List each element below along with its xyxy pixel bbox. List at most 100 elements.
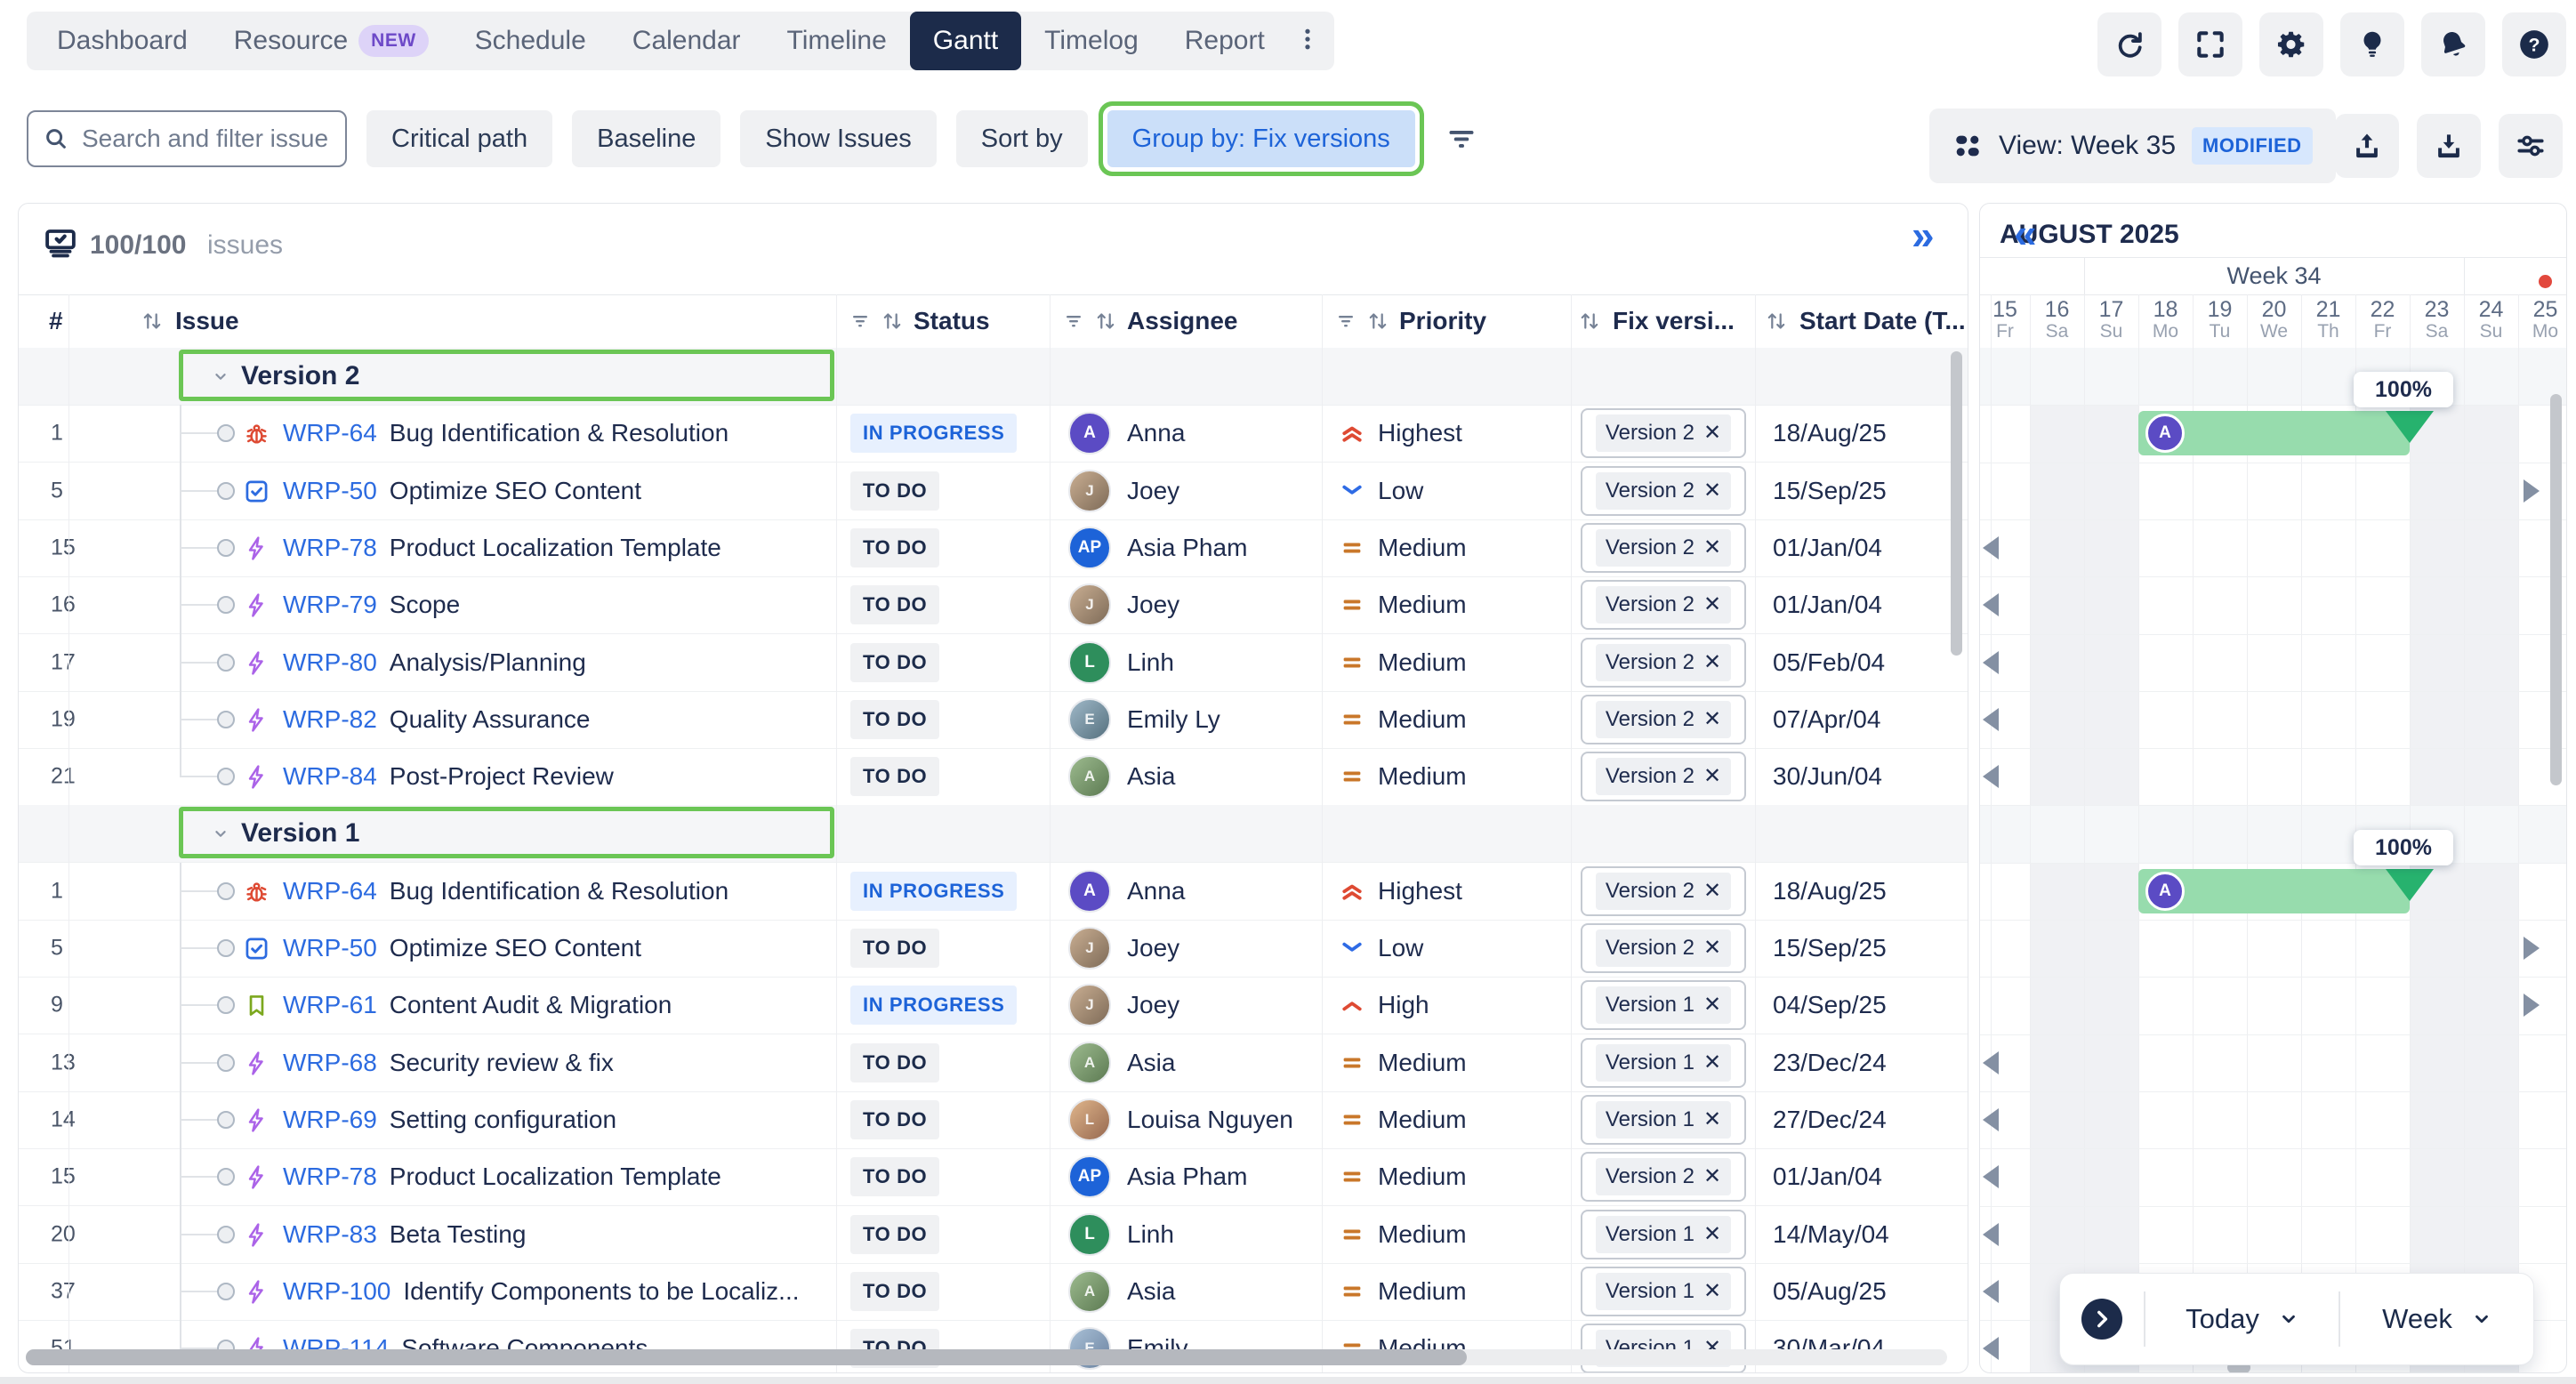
tab-gantt[interactable]: Gantt: [910, 12, 1021, 70]
table-row[interactable]: 14WRP-69Setting configurationTO DOLLouis…: [19, 1091, 1968, 1149]
row-handle[interactable]: [217, 1168, 235, 1186]
table-row[interactable]: 17WRP-80Analysis/PlanningTO DOLLinhMediu…: [19, 634, 1968, 692]
scroll-to-bar-left-arrow[interactable]: [1983, 1337, 1999, 1360]
scroll-to-bar-left-arrow[interactable]: [1983, 708, 1999, 731]
table-row[interactable]: 13WRP-68Security review & fixTO DOAAsiaM…: [19, 1034, 1968, 1092]
issue-key-link[interactable]: WRP-79: [283, 591, 377, 619]
column-header-start-date-t-[interactable]: Start Date (T...: [1799, 307, 1966, 335]
gantt-vertical-scrollbar[interactable]: [2550, 394, 2562, 785]
tab-dashboard[interactable]: Dashboard: [34, 12, 211, 70]
column-sort-icon[interactable]: [1579, 310, 1600, 332]
column-filter-icon[interactable]: [1335, 310, 1356, 332]
sort-by-button[interactable]: Sort by: [956, 110, 1088, 167]
fix-version-chip[interactable]: Version 2✕: [1581, 638, 1746, 688]
fix-version-chip[interactable]: Version 1✕: [1581, 1038, 1746, 1088]
status-badge[interactable]: TO DO: [850, 643, 939, 682]
table-row[interactable]: 5WRP-50Optimize SEO ContentTO DOJJoeyLow…: [19, 920, 1968, 978]
nav-more-button[interactable]: [1288, 12, 1327, 70]
group-row[interactable]: Version 1: [19, 805, 1968, 863]
fix-version-chip[interactable]: Version 1✕: [1581, 1267, 1746, 1316]
table-horizontal-scrollbar-thumb[interactable]: [26, 1349, 1467, 1365]
row-handle[interactable]: [217, 996, 235, 1014]
row-handle[interactable]: [217, 939, 235, 957]
table-row[interactable]: 37WRP-100Identify Components to be Local…: [19, 1263, 1968, 1321]
issue-key-link[interactable]: WRP-100: [283, 1277, 390, 1306]
expand-table-button[interactable]: »: [1912, 211, 1935, 259]
fix-version-chip[interactable]: Version 2✕: [1581, 408, 1746, 458]
fix-version-chip[interactable]: Version 2✕: [1581, 752, 1746, 801]
column-header-fix-versi-[interactable]: Fix versi...: [1613, 307, 1735, 335]
remove-fix-version-icon[interactable]: ✕: [1703, 1224, 1721, 1245]
row-handle[interactable]: [217, 768, 235, 785]
remove-fix-version-icon[interactable]: ✕: [1703, 1281, 1721, 1302]
upload-button[interactable]: [2335, 114, 2399, 178]
row-handle[interactable]: [217, 482, 235, 500]
status-badge[interactable]: TO DO: [850, 585, 939, 624]
fix-version-chip[interactable]: Version 2✕: [1581, 580, 1746, 630]
table-row[interactable]: 21WRP-84Post-Project ReviewTO DOAAsiaMed…: [19, 748, 1968, 806]
help-button[interactable]: ?: [2502, 12, 2566, 76]
filter-button[interactable]: [1440, 110, 1483, 167]
remove-fix-version-icon[interactable]: ✕: [1703, 1109, 1721, 1131]
issue-key-link[interactable]: WRP-80: [283, 648, 377, 677]
row-handle[interactable]: [217, 1283, 235, 1300]
status-badge[interactable]: TO DO: [850, 1157, 939, 1196]
status-badge[interactable]: TO DO: [850, 471, 939, 511]
issue-key-link[interactable]: WRP-84: [283, 762, 377, 791]
issue-key-link[interactable]: WRP-83: [283, 1220, 377, 1249]
zoom-range-dropdown[interactable]: Week: [2340, 1303, 2533, 1335]
issue-key-link[interactable]: WRP-78: [283, 534, 377, 562]
critical-path-button[interactable]: Critical path: [366, 110, 552, 167]
scroll-to-bar-left-arrow[interactable]: [1983, 1108, 1999, 1131]
scroll-to-bar-right-arrow[interactable]: [2524, 479, 2540, 503]
scroll-to-bar-left-arrow[interactable]: [1983, 651, 1999, 674]
column-header-issue[interactable]: Issue: [175, 307, 239, 335]
search-input[interactable]: [80, 124, 333, 154]
tab-calendar[interactable]: Calendar: [609, 12, 764, 70]
search-input-wrap[interactable]: [27, 110, 347, 167]
scroll-to-bar-left-arrow[interactable]: [1983, 1280, 1999, 1303]
settings-button[interactable]: [2259, 12, 2323, 76]
row-handle[interactable]: [217, 596, 235, 614]
group-by-button[interactable]: Group by: Fix versions: [1107, 110, 1415, 167]
fix-version-chip[interactable]: Version 2✕: [1581, 1152, 1746, 1202]
download-button[interactable]: [2417, 114, 2481, 178]
remove-fix-version-icon[interactable]: ✕: [1703, 480, 1721, 502]
fix-version-chip[interactable]: Version 2✕: [1581, 923, 1746, 973]
fix-version-chip[interactable]: Version 2✕: [1581, 466, 1746, 516]
row-handle[interactable]: [217, 1054, 235, 1072]
status-badge[interactable]: TO DO: [850, 929, 939, 968]
table-row[interactable]: 51WRP-114Software ComponentsTO DOEEmilyM…: [19, 1320, 1968, 1373]
sync-button[interactable]: [2097, 12, 2161, 76]
column-sort-icon[interactable]: [1766, 310, 1787, 332]
status-badge[interactable]: IN PROGRESS: [850, 986, 1017, 1025]
remove-fix-version-icon[interactable]: ✕: [1703, 994, 1721, 1016]
fix-version-chip[interactable]: Version 1✕: [1581, 980, 1746, 1030]
issue-key-link[interactable]: WRP-50: [283, 477, 377, 505]
status-badge[interactable]: IN PROGRESS: [850, 872, 1017, 911]
status-badge[interactable]: TO DO: [850, 757, 939, 796]
remove-fix-version-icon[interactable]: ✕: [1703, 594, 1721, 616]
tab-resource[interactable]: ResourceNEW: [211, 12, 452, 70]
remove-fix-version-icon[interactable]: ✕: [1703, 1166, 1721, 1187]
issue-key-link[interactable]: WRP-78: [283, 1163, 377, 1191]
row-handle[interactable]: [217, 539, 235, 557]
issue-key-link[interactable]: WRP-82: [283, 705, 377, 734]
scroll-to-bar-left-arrow[interactable]: [1983, 536, 1999, 559]
fix-version-chip[interactable]: Version 1✕: [1581, 1324, 1746, 1373]
column-filter-icon[interactable]: [1063, 310, 1084, 332]
row-handle[interactable]: [217, 711, 235, 728]
fix-version-chip[interactable]: Version 2✕: [1581, 523, 1746, 573]
table-vertical-scrollbar[interactable]: [1951, 351, 1962, 656]
row-handle[interactable]: [217, 424, 235, 442]
remove-fix-version-icon[interactable]: ✕: [1703, 937, 1721, 959]
column-sort-icon[interactable]: [141, 310, 163, 332]
scroll-to-bar-left-arrow[interactable]: [1983, 1223, 1999, 1246]
remove-fix-version-icon[interactable]: ✕: [1703, 537, 1721, 559]
row-handle[interactable]: [217, 882, 235, 900]
scroll-to-bar-right-arrow[interactable]: [2524, 937, 2540, 960]
issue-key-link[interactable]: WRP-68: [283, 1049, 377, 1077]
column-header-priority[interactable]: Priority: [1399, 307, 1486, 335]
remove-fix-version-icon[interactable]: ✕: [1703, 652, 1721, 673]
group-row[interactable]: Version 2: [19, 348, 1968, 406]
